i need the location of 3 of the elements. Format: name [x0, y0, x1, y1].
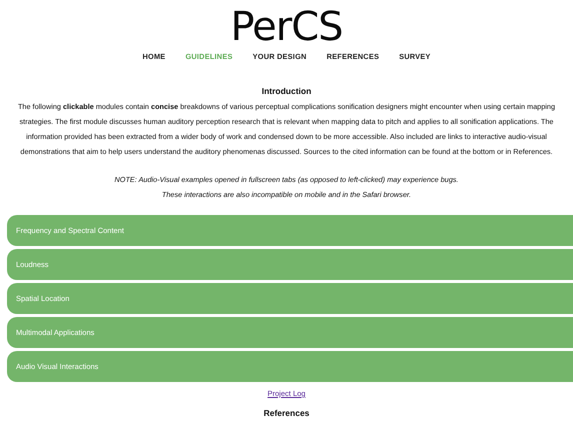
- section-heading: Introduction: [262, 86, 312, 96]
- section-heading: References: [264, 408, 310, 418]
- site-logo[interactable]: PerCS: [230, 3, 343, 51]
